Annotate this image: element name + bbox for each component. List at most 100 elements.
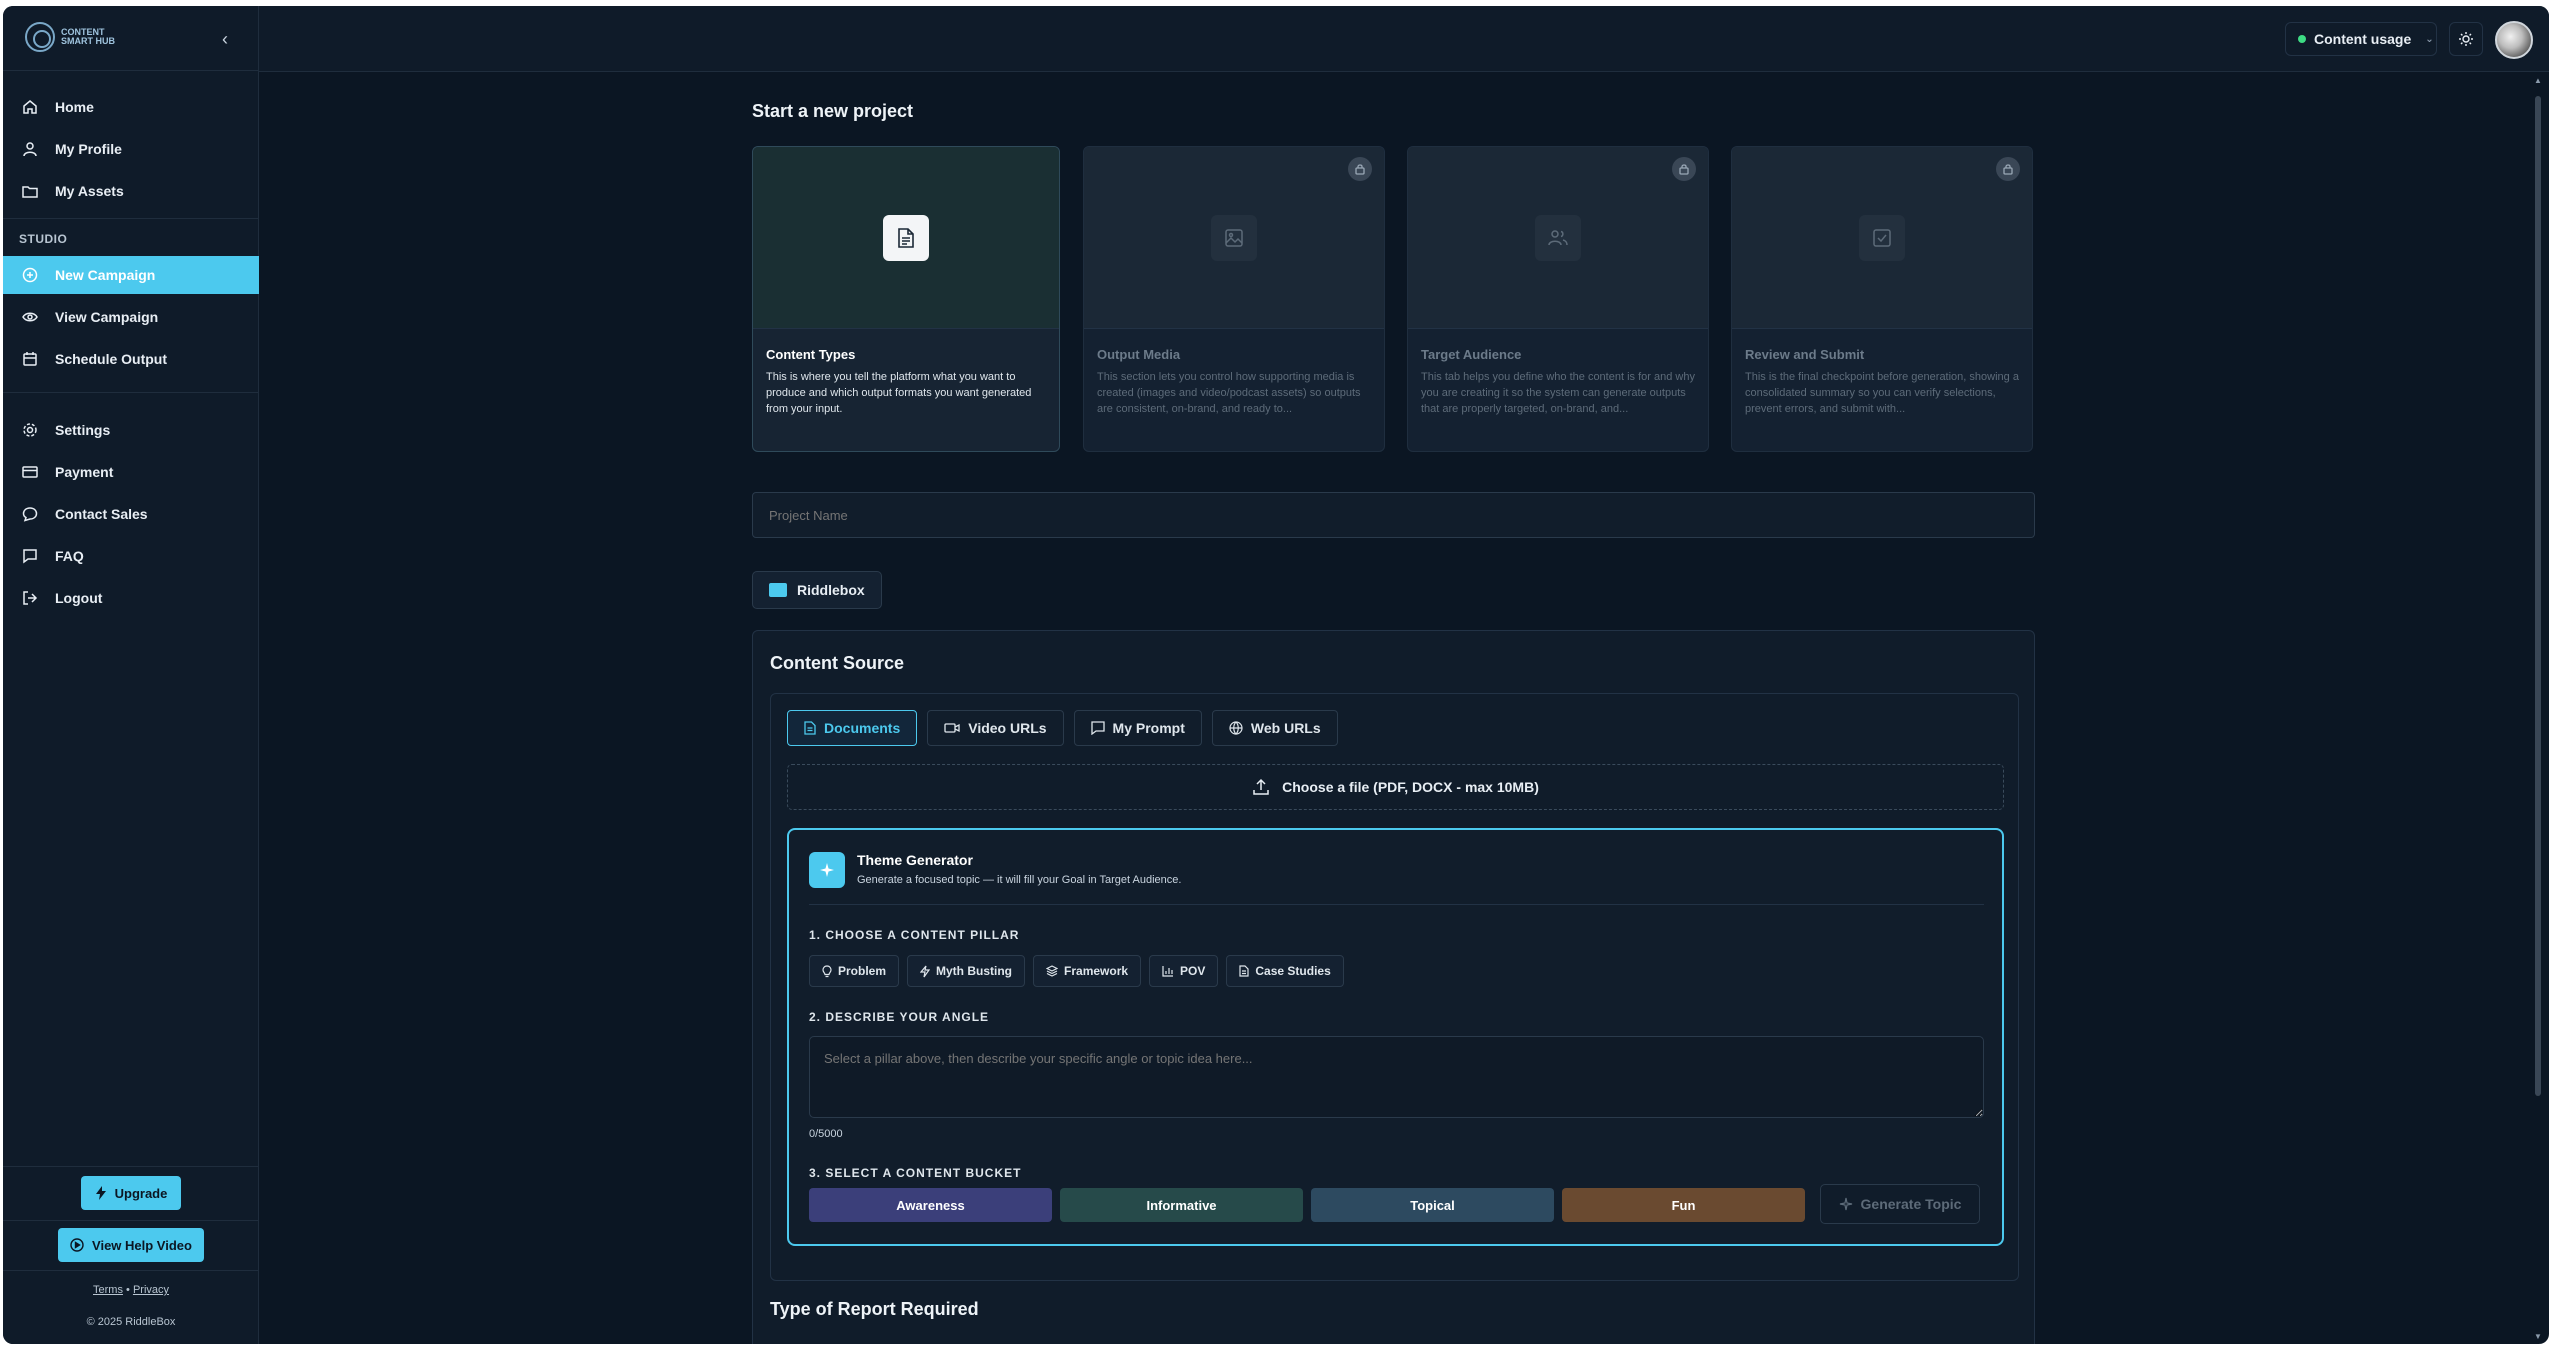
lock-icon bbox=[1672, 157, 1696, 181]
upgrade-button[interactable]: Upgrade bbox=[81, 1176, 181, 1210]
bar-chart-icon bbox=[1162, 965, 1174, 977]
upload-icon bbox=[1252, 778, 1270, 796]
content-usage-dropdown[interactable]: Content usage ⌄ bbox=[2285, 22, 2437, 56]
content-source-title: Content Source bbox=[770, 653, 905, 673]
tab-web-urls[interactable]: Web URLs bbox=[1211, 710, 1338, 746]
project-name-input[interactable] bbox=[752, 492, 2035, 538]
step-label-pillar: 1. CHOOSE A CONTENT PILLAR bbox=[809, 928, 1020, 942]
theme-generator: Theme Generator Generate a focused topic… bbox=[787, 828, 2004, 1246]
sparkles-icon bbox=[1839, 1197, 1853, 1211]
bucket-options: Awareness Informative Topical Fun bbox=[809, 1188, 1805, 1222]
sidebar-item-schedule-output[interactable]: Schedule Output bbox=[3, 340, 259, 378]
card-title: Target Audience bbox=[1421, 347, 1522, 362]
pillar-label: Myth Busting bbox=[936, 964, 1013, 978]
step-label-angle: 2. DESCRIBE YOUR ANGLE bbox=[809, 1010, 990, 1024]
legal-links: Terms • Privacy bbox=[3, 1284, 259, 1296]
source-tabs: Documents Video URLs My Prompt Web URLs bbox=[787, 710, 1338, 746]
sidebar-item-label: FAQ bbox=[55, 548, 84, 564]
lightbulb-icon bbox=[822, 964, 832, 978]
terms-link[interactable]: Terms bbox=[93, 1284, 123, 1296]
pillar-framework[interactable]: Framework bbox=[1033, 955, 1142, 987]
pillar-label: Case Studies bbox=[1255, 964, 1331, 978]
page-title: Start a new project bbox=[752, 101, 914, 121]
folder-icon bbox=[769, 583, 787, 597]
sidebar-item-faq[interactable]: FAQ bbox=[3, 537, 259, 575]
sidebar-item-label: Home bbox=[55, 99, 94, 115]
avatar[interactable] bbox=[2495, 21, 2533, 59]
bucket-informative[interactable]: Informative bbox=[1060, 1188, 1303, 1222]
sidebar-item-contact-sales[interactable]: Contact Sales bbox=[3, 495, 259, 533]
card-description: This is the final checkpoint before gene… bbox=[1745, 371, 2019, 415]
bucket-topical[interactable]: Topical bbox=[1311, 1188, 1554, 1222]
privacy-link[interactable]: Privacy bbox=[133, 1284, 169, 1296]
calendar-icon bbox=[21, 350, 39, 368]
file-upload-dropzone[interactable]: Choose a file (PDF, DOCX - max 10MB) bbox=[787, 764, 2004, 810]
pillar-myth-busting[interactable]: Myth Busting bbox=[907, 955, 1026, 987]
sidebar-item-label: Contact Sales bbox=[55, 506, 148, 522]
sidebar-item-logout[interactable]: Logout bbox=[3, 579, 259, 617]
sidebar-item-view-campaign[interactable]: View Campaign bbox=[3, 298, 259, 336]
scroll-down-icon[interactable]: ▼ bbox=[2533, 1332, 2543, 1342]
card-output-media[interactable]: Output Media This section lets you contr… bbox=[1083, 146, 1385, 452]
logo[interactable]: CONTENT SMART HUB bbox=[25, 20, 121, 54]
divider bbox=[3, 1220, 259, 1221]
sidebar-item-label: New Campaign bbox=[55, 267, 156, 283]
pillar-pov[interactable]: POV bbox=[1149, 955, 1219, 987]
tab-label: Video URLs bbox=[968, 720, 1047, 736]
divider bbox=[3, 1166, 259, 1167]
theme-generator-subtitle: Generate a focused topic — it will fill … bbox=[857, 874, 1182, 886]
sidebar-item-new-campaign[interactable]: New Campaign bbox=[3, 256, 259, 294]
scrollbar[interactable]: ▲ ▼ bbox=[2533, 76, 2543, 1344]
generate-topic-button[interactable]: Generate Topic bbox=[1820, 1184, 1980, 1224]
check-square-icon bbox=[1859, 215, 1905, 261]
workspace-chip-label: Riddlebox bbox=[797, 582, 865, 598]
pillar-options: Problem Myth Busting Framework POV Case … bbox=[809, 955, 1344, 987]
document-icon bbox=[1239, 965, 1249, 977]
sidebar-item-my-profile[interactable]: My Profile bbox=[3, 130, 259, 168]
tab-my-prompt[interactable]: My Prompt bbox=[1073, 710, 1202, 746]
lock-icon bbox=[1348, 157, 1372, 181]
report-type-title: Type of Report Required bbox=[770, 1299, 979, 1319]
content-source-inner: Documents Video URLs My Prompt Web URLs … bbox=[770, 693, 2019, 1281]
card-title: Output Media bbox=[1097, 347, 1181, 362]
nav-studio: New Campaign View Campaign Schedule Outp… bbox=[3, 256, 259, 382]
scroll-up-icon[interactable]: ▲ bbox=[2533, 76, 2543, 86]
tab-video-urls[interactable]: Video URLs bbox=[927, 710, 1064, 746]
theme-toggle-button[interactable] bbox=[2449, 22, 2483, 56]
eye-icon bbox=[21, 308, 39, 326]
nav-top: Home My Profile My Assets bbox=[3, 88, 259, 214]
lock-icon bbox=[1996, 157, 2020, 181]
divider bbox=[3, 218, 259, 219]
image-icon bbox=[1211, 215, 1257, 261]
tab-label: Documents bbox=[824, 720, 901, 736]
zap-icon bbox=[95, 1186, 107, 1200]
chevron-left-icon[interactable]: ‹ bbox=[215, 30, 235, 50]
sidebar-item-home[interactable]: Home bbox=[3, 88, 259, 126]
sidebar-item-label: Settings bbox=[55, 422, 111, 438]
pillar-case-studies[interactable]: Case Studies bbox=[1226, 955, 1344, 987]
view-help-video-button[interactable]: View Help Video bbox=[58, 1228, 204, 1262]
scroll-thumb[interactable] bbox=[2535, 96, 2541, 1096]
bucket-awareness[interactable]: Awareness bbox=[809, 1188, 1052, 1222]
card-review-and-submit[interactable]: Review and Submit This is the final chec… bbox=[1731, 146, 2033, 452]
document-icon bbox=[804, 721, 816, 735]
sidebar-item-label: My Profile bbox=[55, 141, 122, 157]
sidebar-item-payment[interactable]: Payment bbox=[3, 453, 259, 491]
card-description: This section lets you control how suppor… bbox=[1097, 371, 1361, 415]
workspace-chip[interactable]: Riddlebox bbox=[752, 571, 882, 609]
pillar-problem[interactable]: Problem bbox=[809, 955, 900, 987]
card-content-types[interactable]: Content Types This is where you tell the… bbox=[752, 146, 1060, 452]
generate-topic-label: Generate Topic bbox=[1860, 1196, 1962, 1212]
sidebar-item-settings[interactable]: Settings bbox=[3, 411, 259, 449]
bucket-fun[interactable]: Fun bbox=[1562, 1188, 1805, 1222]
zap-icon bbox=[920, 965, 931, 978]
upgrade-label: Upgrade bbox=[114, 1185, 168, 1201]
tab-documents[interactable]: Documents bbox=[787, 710, 918, 746]
card-target-audience[interactable]: Target Audience This tab helps you defin… bbox=[1407, 146, 1709, 452]
sidebar-item-my-assets[interactable]: My Assets bbox=[3, 172, 259, 210]
chat-bubble-icon bbox=[1090, 721, 1105, 735]
play-circle-icon bbox=[70, 1238, 84, 1252]
content-source-panel: Content Source Documents Video URLs My P… bbox=[752, 630, 2035, 1344]
pillar-label: POV bbox=[1180, 964, 1206, 978]
angle-textarea[interactable] bbox=[809, 1036, 1984, 1118]
